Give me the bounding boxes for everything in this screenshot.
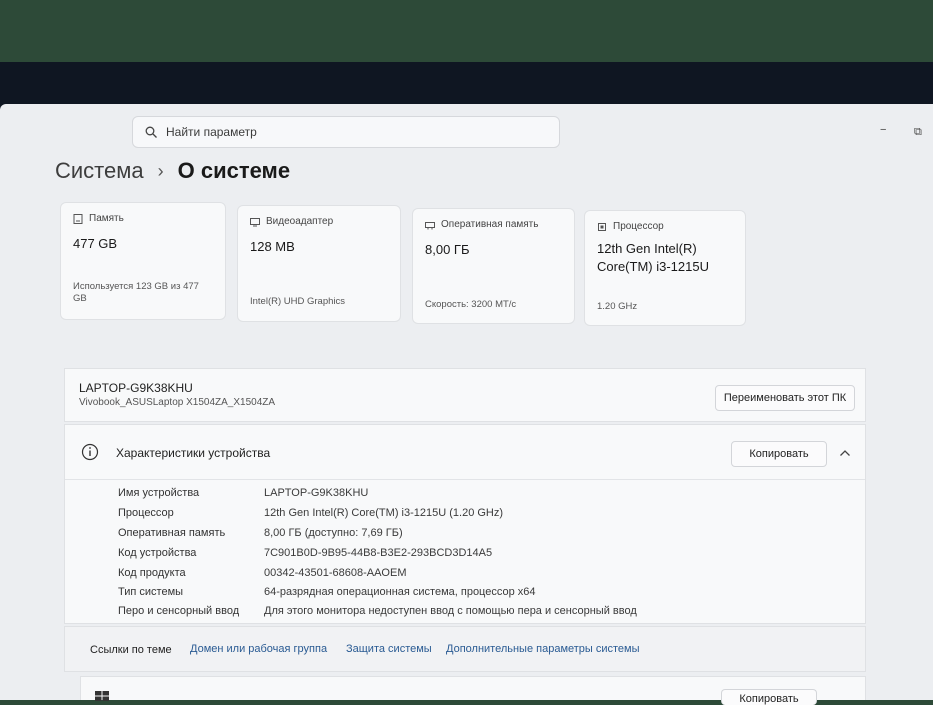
- search-input[interactable]: Найти параметр: [166, 125, 257, 139]
- spec-value: LAPTOP-G9K38KHU: [264, 487, 369, 499]
- rename-pc-button[interactable]: Переименовать этот ПК: [715, 385, 855, 411]
- card-title: Оперативная память: [441, 219, 539, 230]
- link-system-protection[interactable]: Защита системы: [346, 643, 432, 655]
- spec-value: 7C901B0D-9B95-44B8-B3E2-293BCD3D14A5: [264, 547, 493, 559]
- spec-label: Имя устройства: [118, 487, 200, 499]
- processor-icon: [598, 222, 606, 231]
- storage-card[interactable]: Память 477 GB Используется 123 GB из 477…: [60, 202, 226, 320]
- ram-icon: [425, 221, 435, 229]
- card-value: 477 GB: [73, 236, 118, 251]
- spec-label: Код устройства: [118, 547, 197, 559]
- card-value: 8,00 ГБ: [425, 242, 470, 257]
- card-value: 12th Gen Intel(R) Core(TM) i3-1215U: [597, 241, 709, 274]
- spec-value: 8,00 ГБ (доступно: 7,69 ГБ): [264, 527, 403, 539]
- spec-value: Для этого монитора недоступен ввод с пом…: [264, 605, 637, 617]
- breadcrumb-system-link[interactable]: Система: [55, 158, 144, 184]
- pc-name-panel: LAPTOP-G9K38KHU Vivobook_ASUSLaptop X150…: [64, 368, 866, 422]
- windows-specs-panel: Копировать: [80, 676, 866, 705]
- device-specs-header[interactable]: Характеристики устройства Копировать: [65, 425, 865, 480]
- settings-window: Найти параметр − ⧉ Система › О системе П…: [0, 104, 933, 705]
- display-adapter-icon: [250, 217, 260, 226]
- search-icon: [145, 126, 157, 138]
- spec-label: Код продукта: [118, 567, 186, 579]
- card-title: Процессор: [613, 221, 664, 232]
- search-box[interactable]: Найти параметр: [132, 116, 560, 148]
- pc-name: LAPTOP-G9K38KHU: [79, 381, 193, 395]
- ram-card[interactable]: Оперативная память 8,00 ГБ Скорость: 320…: [412, 208, 575, 324]
- related-links-title: Ссылки по теме: [90, 644, 172, 656]
- chevron-up-icon[interactable]: [839, 448, 851, 458]
- card-subtext: Скорость: 3200 МТ/с: [425, 299, 517, 310]
- link-domain-workgroup[interactable]: Домен или рабочая группа: [190, 643, 327, 655]
- card-subtext: Используется 123 GB из 477 GB: [73, 281, 199, 304]
- display-adapter-card[interactable]: Видеоадаптер 128 MB Intel(R) UHD Graphic…: [237, 205, 401, 322]
- card-value: 128 MB: [250, 239, 295, 254]
- copy-windows-specs-button[interactable]: Копировать: [721, 689, 817, 705]
- spec-value: 12th Gen Intel(R) Core(TM) i3-1215U (1.2…: [264, 507, 504, 519]
- spec-label: Тип системы: [118, 586, 184, 598]
- copy-device-specs-button[interactable]: Копировать: [731, 441, 827, 467]
- card-subtext: 1.20 GHz: [597, 301, 638, 312]
- spec-label: Процессор: [118, 507, 174, 519]
- spec-value: 00342-43501-68608-AAOEM: [264, 567, 407, 579]
- card-subtext: Intel(R) UHD Graphics: [250, 296, 346, 307]
- card-title: Память: [89, 213, 124, 224]
- device-specs-title: Характеристики устройства: [116, 446, 271, 460]
- page-title: О системе: [177, 158, 291, 183]
- spec-value: 64-разрядная операционная система, проце…: [264, 586, 536, 598]
- spec-label: Перо и сенсорный ввод: [118, 605, 240, 617]
- processor-card[interactable]: Процессор 12th Gen Intel(R) Core(TM) i3-…: [584, 210, 746, 326]
- spec-label: Оперативная память: [118, 527, 226, 539]
- chevron-right-icon: ›: [157, 160, 164, 181]
- info-icon: [81, 443, 99, 461]
- minimize-button[interactable]: −: [880, 124, 886, 136]
- storage-icon: [73, 213, 83, 224]
- pc-model: Vivobook_ASUSLaptop X1504ZA_X1504ZA: [79, 397, 276, 408]
- card-title: Видеоадаптер: [266, 216, 334, 227]
- link-advanced-system-settings[interactable]: Дополнительные параметры системы: [446, 643, 640, 655]
- restore-button[interactable]: ⧉: [914, 126, 922, 139]
- breadcrumb: Система › О системе: [55, 158, 290, 184]
